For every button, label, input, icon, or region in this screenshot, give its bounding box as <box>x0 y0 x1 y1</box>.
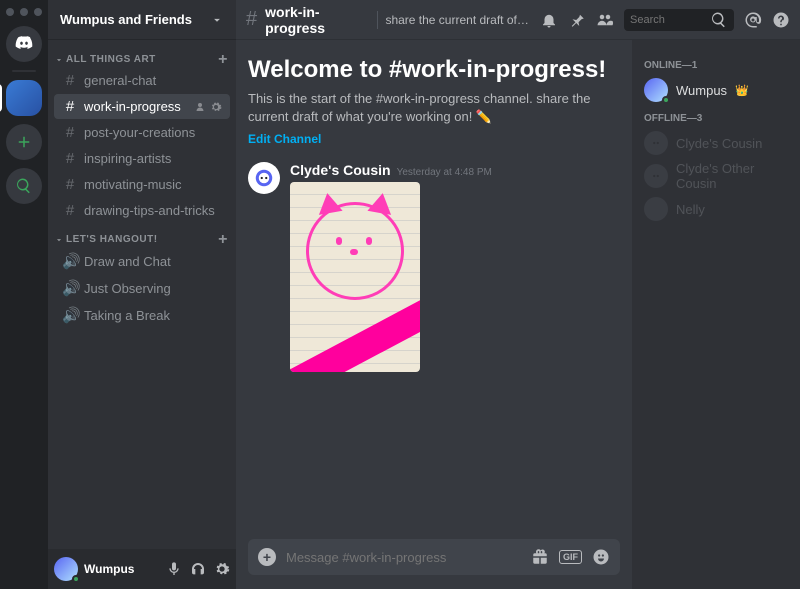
divider <box>377 11 378 29</box>
search-icon <box>710 11 728 29</box>
mute-button[interactable] <box>166 561 182 577</box>
add-channel-button[interactable]: + <box>218 55 228 65</box>
invite-icon[interactable] <box>194 101 206 113</box>
category-lets-hangout[interactable]: LET'S HANGOUT! + <box>48 224 236 247</box>
add-channel-button[interactable]: + <box>218 235 228 245</box>
voice-taking-a-break[interactable]: 🔊Taking a Break <box>54 302 230 328</box>
status-online-icon <box>72 575 80 583</box>
channel-drawing-tips-and-tricks[interactable]: #drawing-tips-and-tricks <box>54 198 230 223</box>
voice-just-observing[interactable]: 🔊Just Observing <box>54 275 230 301</box>
hash-icon: # <box>62 98 78 115</box>
channel-welcome: Welcome to #work-in-progress! This is th… <box>248 56 620 146</box>
members-offline-header: OFFLINE—3 <box>644 113 788 124</box>
edit-channel-link[interactable]: Edit Channel <box>248 132 321 146</box>
category-all-things-art[interactable]: ALL THINGS ART + <box>48 44 236 67</box>
channel-header: # work-in-progress share the current dra… <box>236 0 800 40</box>
hash-icon: # <box>62 176 78 193</box>
speaker-icon: 🔊 <box>62 279 78 297</box>
members-online-header: ONLINE—1 <box>644 60 788 71</box>
avatar[interactable] <box>248 162 280 194</box>
pinned-messages-button[interactable] <box>568 11 586 29</box>
server-header[interactable]: Wumpus and Friends <box>48 0 236 40</box>
channel-inspiring-artists[interactable]: #inspiring-artists <box>54 146 230 171</box>
channel-motivating-music[interactable]: #motivating-music <box>54 172 230 197</box>
message-timestamp: Yesterday at 4:48 PM <box>397 167 492 178</box>
channel-title: work-in-progress <box>265 4 368 36</box>
hash-icon: # <box>246 8 257 31</box>
user-settings-button[interactable] <box>214 561 230 577</box>
channel-list: ALL THINGS ART + #general-chat #work-in-… <box>48 40 236 549</box>
member-list-toggle[interactable] <box>596 11 614 29</box>
speaker-icon: 🔊 <box>62 306 78 324</box>
add-server-button[interactable] <box>6 124 42 160</box>
message-scroll[interactable]: Welcome to #work-in-progress! This is th… <box>236 40 632 539</box>
emoji-button[interactable] <box>592 548 610 566</box>
chevron-down-icon <box>54 235 64 245</box>
search-field[interactable] <box>630 14 710 26</box>
gif-button[interactable]: GIF <box>559 550 582 564</box>
message-attachment[interactable] <box>290 182 420 372</box>
channel-general-chat[interactable]: #general-chat <box>54 68 230 93</box>
member-nelly[interactable]: Nelly <box>640 194 792 224</box>
hash-icon: # <box>62 124 78 141</box>
composer: + GIF <box>236 539 632 589</box>
user-panel: Wumpus <box>48 549 236 589</box>
member-clydes-other-cousin[interactable]: Clyde's Other Cousin <box>640 158 792 194</box>
status-online-icon <box>662 96 670 104</box>
channel-post-your-creations[interactable]: #post-your-creations <box>54 120 230 145</box>
channel-sidebar: Wumpus and Friends ALL THINGS ART + #gen… <box>48 0 236 589</box>
hash-icon: # <box>62 72 78 89</box>
hash-icon: # <box>62 202 78 219</box>
notifications-button[interactable] <box>540 11 558 29</box>
member-list: ONLINE—1 Wumpus 👑 OFFLINE—3 Clyde's Cous… <box>632 40 800 589</box>
channel-work-in-progress[interactable]: #work-in-progress <box>54 94 230 119</box>
member-clydes-cousin[interactable]: Clyde's Cousin <box>640 128 792 158</box>
current-username: Wumpus <box>84 562 160 576</box>
crown-icon: 👑 <box>735 84 749 97</box>
welcome-body: This is the start of the #work-in-progre… <box>248 90 620 126</box>
welcome-heading: Welcome to #work-in-progress! <box>248 56 620 84</box>
member-wumpus[interactable]: Wumpus 👑 <box>640 75 792 105</box>
gift-button[interactable] <box>531 548 549 566</box>
home-button[interactable] <box>6 26 42 62</box>
search-input[interactable] <box>624 9 734 31</box>
explore-servers-button[interactable] <box>6 168 42 204</box>
deafen-button[interactable] <box>190 561 206 577</box>
guild-separator <box>12 70 36 72</box>
speaker-icon: 🔊 <box>62 252 78 270</box>
chevron-down-icon <box>54 55 64 65</box>
message: Clyde's Cousin Yesterday at 4:48 PM <box>248 162 620 372</box>
guild-nav <box>0 0 48 589</box>
hash-icon: # <box>62 150 78 167</box>
message-author[interactable]: Clyde's Cousin <box>290 162 391 178</box>
voice-draw-and-chat[interactable]: 🔊Draw and Chat <box>54 248 230 274</box>
main-area: # work-in-progress share the current dra… <box>236 0 800 589</box>
channel-topic[interactable]: share the current draft of wh… <box>385 13 532 27</box>
message-input[interactable] <box>286 550 521 565</box>
messages-area: Welcome to #work-in-progress! This is th… <box>236 40 632 589</box>
server-wumpus-and-friends[interactable] <box>6 80 42 116</box>
avatar[interactable] <box>54 557 78 581</box>
help-button[interactable] <box>772 11 790 29</box>
mentions-button[interactable] <box>744 11 762 29</box>
server-name: Wumpus and Friends <box>60 12 192 27</box>
traffic-lights <box>6 8 42 16</box>
chevron-down-icon <box>210 13 224 27</box>
gear-icon[interactable] <box>210 101 222 113</box>
attach-button[interactable]: + <box>258 548 276 566</box>
